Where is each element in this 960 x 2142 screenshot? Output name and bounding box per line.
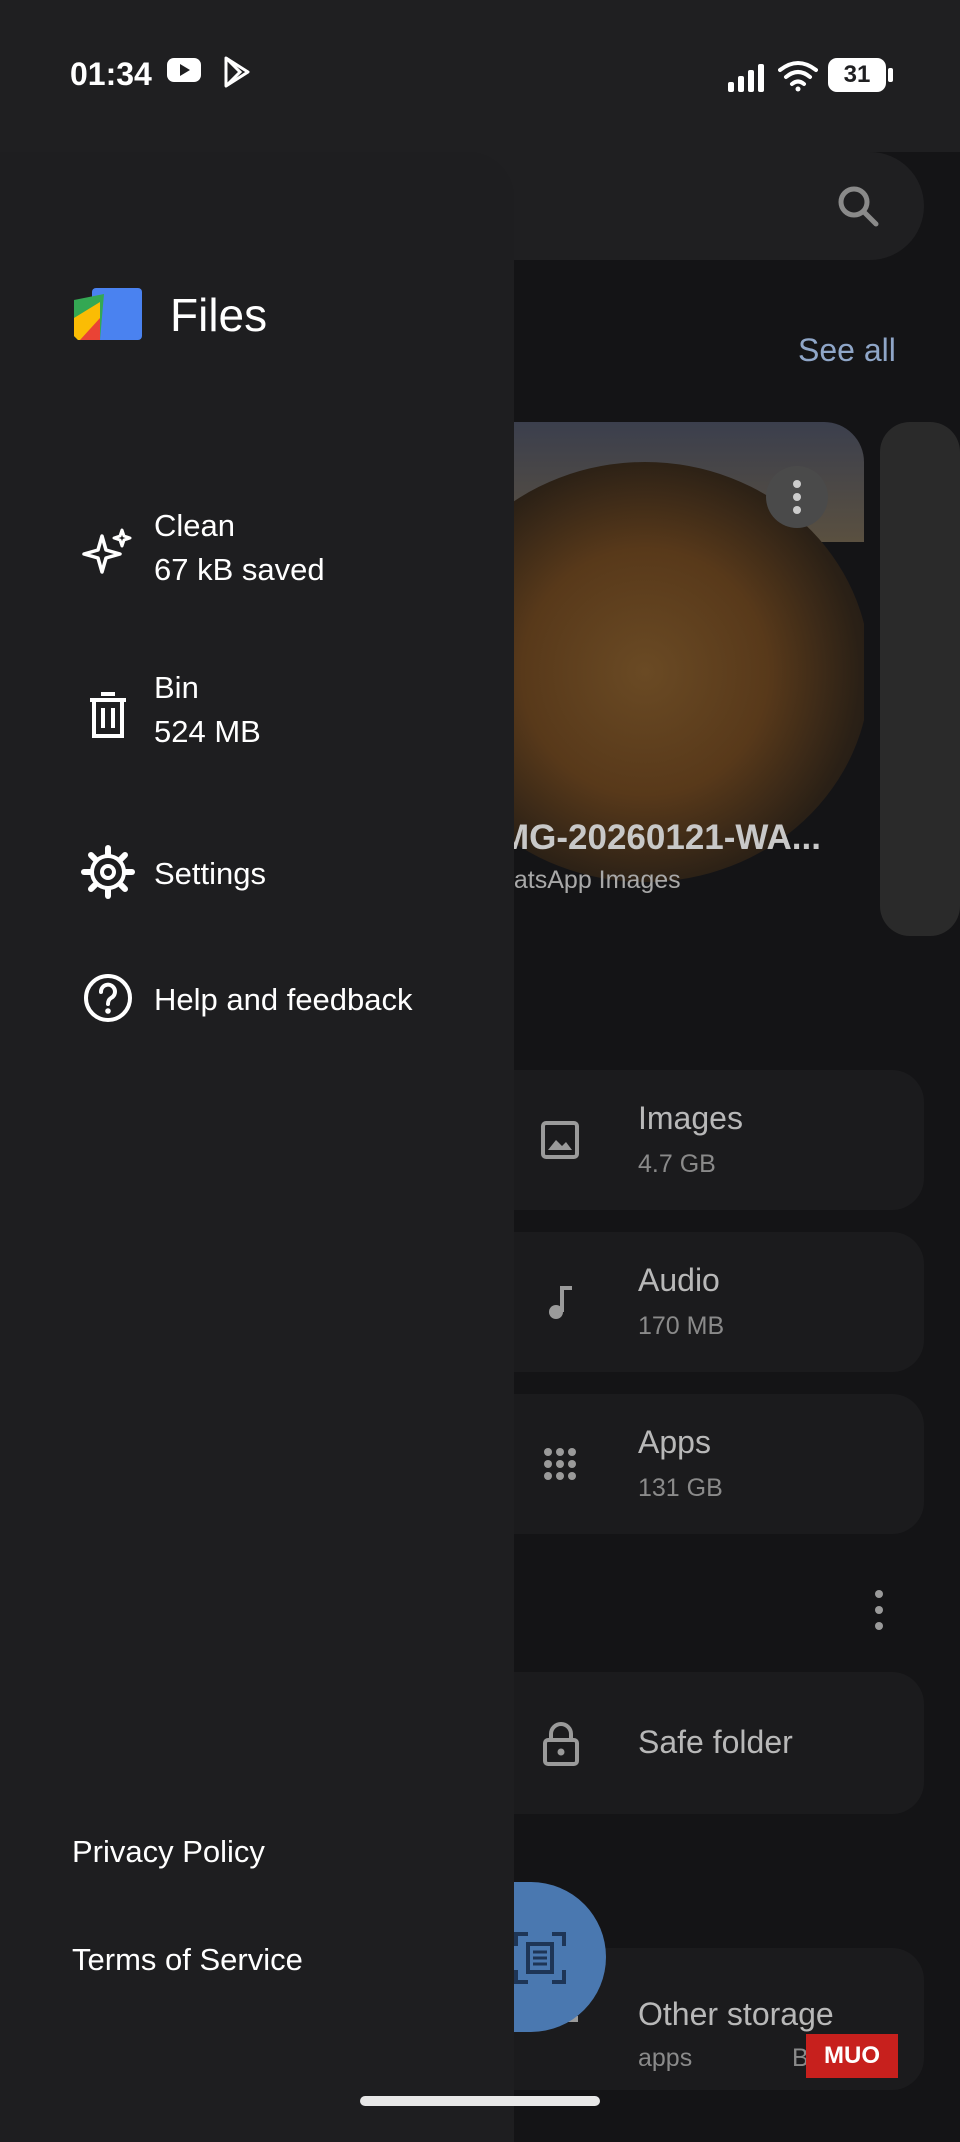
privacy-policy-link[interactable]: Privacy Policy (72, 1834, 265, 1870)
drawer-item-bin[interactable]: Bin 524 MB (0, 660, 514, 770)
category-audio[interactable]: Audio 170 MB (460, 1232, 924, 1372)
help-icon (84, 974, 132, 1022)
category-size: 4.7 GB (638, 1150, 716, 1178)
more-vert-icon[interactable] (864, 1586, 894, 1636)
music-note-icon (549, 1286, 572, 1319)
drawer-item-title: Help and feedback (154, 982, 413, 1017)
drawer-item-help[interactable]: Help and feedback (0, 948, 514, 1048)
home-indicator[interactable] (360, 2096, 600, 2106)
safe-folder-card[interactable]: Safe folder (460, 1672, 924, 1814)
app-title: Files (170, 289, 268, 341)
drawer-item-clean[interactable]: Clean 67 kB saved (0, 498, 514, 608)
other-storage-sub: apps (638, 2044, 693, 2072)
safe-folder-label: Safe folder (638, 1724, 793, 1760)
image-icon (541, 1121, 579, 1159)
category-title: Audio (638, 1262, 720, 1298)
youtube-icon (167, 58, 201, 82)
signal-icon (728, 64, 764, 92)
status-bar: 01:34 31 (0, 0, 960, 152)
wifi-icon (778, 61, 818, 92)
category-title: Images (638, 1100, 743, 1136)
terms-of-service-link[interactable]: Terms of Service (72, 1942, 303, 1978)
battery-tip (888, 68, 893, 82)
search-icon[interactable] (836, 184, 880, 228)
category-size: 131 GB (638, 1474, 723, 1502)
gear-icon (81, 845, 135, 899)
sparkle-icon (82, 528, 132, 574)
drawer-item-sub: 524 MB (154, 714, 261, 749)
category-title: Apps (638, 1424, 711, 1460)
category-images[interactable]: Images 4.7 GB (460, 1070, 924, 1210)
drawer-item-settings[interactable]: Settings (0, 822, 514, 922)
status-time: 01:34 (70, 56, 152, 92)
photo-name: MG-20260121-WA... (500, 818, 821, 857)
files-logo-icon (74, 288, 142, 340)
category-size: 170 MB (638, 1312, 725, 1340)
scan-document-icon (514, 1932, 566, 1984)
play-store-icon (224, 56, 250, 88)
other-storage-title: Other storage (638, 1996, 834, 2032)
category-apps[interactable]: Apps 131 GB (460, 1394, 924, 1534)
drawer-item-sub: 67 kB saved (154, 552, 325, 587)
lock-icon (543, 1722, 579, 1766)
battery-icon: 31 (828, 58, 886, 92)
apps-grid-icon (544, 1448, 576, 1480)
trash-icon (90, 692, 126, 738)
drawer-item-title: Settings (154, 856, 267, 891)
watermark-logo: MUO (806, 2034, 898, 2078)
drawer-item-title: Clean (154, 508, 235, 543)
more-options-icon[interactable] (766, 466, 828, 528)
recent-photo-card-2[interactable] (880, 422, 960, 936)
photo-folder: hatsApp Images (500, 866, 681, 894)
drawer-item-title: Bin (154, 670, 199, 705)
see-all-link[interactable]: See all (798, 332, 896, 369)
navigation-drawer: Files Clean 67 kB saved Bin 524 MB Setti… (0, 152, 514, 2142)
